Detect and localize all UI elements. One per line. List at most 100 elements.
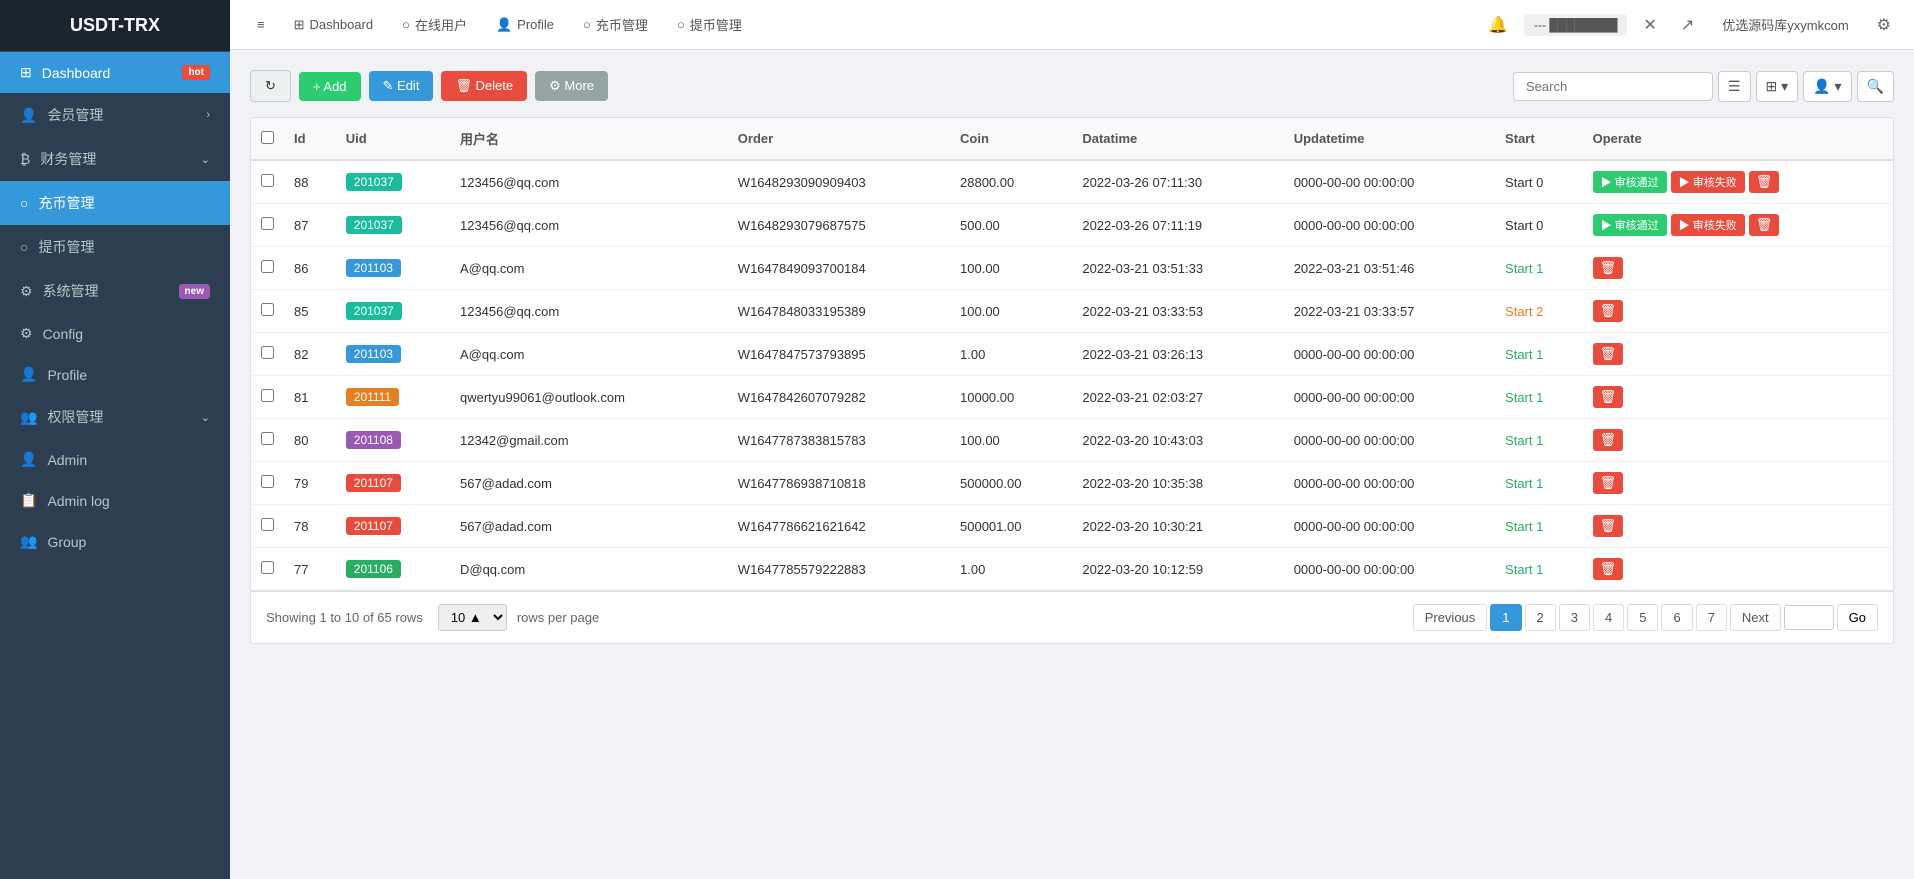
goto-input[interactable] bbox=[1784, 605, 1834, 630]
sidebar-item-group[interactable]: 👥 Group bbox=[0, 521, 230, 562]
row-checkbox[interactable] bbox=[261, 174, 274, 187]
more-button[interactable]: ⚙ More bbox=[535, 71, 608, 101]
start-link[interactable]: Start 1 bbox=[1505, 476, 1543, 491]
cell-order: W1647786938710818 bbox=[728, 462, 950, 505]
start-link[interactable]: Start 1 bbox=[1505, 519, 1543, 534]
view-table-button[interactable]: ☰ bbox=[1718, 71, 1751, 102]
delete-row-button[interactable]: 🗑 bbox=[1593, 386, 1624, 408]
topnav: ≡ ⊞ Dashboard ○ 在线用户 👤 Profile ○ 充币管理 ○ … bbox=[230, 0, 1914, 50]
sidebar-item-adminlog[interactable]: 📋 Admin log bbox=[0, 480, 230, 521]
row-checkbox[interactable] bbox=[261, 346, 274, 359]
sidebar-item-admin[interactable]: 👤 Admin bbox=[0, 439, 230, 480]
cell-id: 87 bbox=[284, 204, 336, 247]
row-checkbox[interactable] bbox=[261, 432, 274, 445]
prev-button[interactable]: Previous bbox=[1413, 604, 1488, 631]
page-7-button[interactable]: 7 bbox=[1696, 604, 1727, 631]
topnav-profile[interactable]: 👤 Profile bbox=[484, 9, 566, 41]
hamburger-button[interactable]: ≡ bbox=[245, 9, 277, 40]
hot-badge: hot bbox=[182, 65, 210, 80]
row-checkbox[interactable] bbox=[261, 561, 274, 574]
col-username: 用户名 bbox=[450, 118, 728, 160]
next-button[interactable]: Next bbox=[1730, 604, 1781, 631]
cell-start: Start 1 bbox=[1495, 247, 1583, 290]
external-icon[interactable]: ↗ bbox=[1673, 9, 1702, 41]
page-2-button[interactable]: 2 bbox=[1525, 604, 1556, 631]
settings-icon[interactable]: ⚙ bbox=[1869, 9, 1899, 41]
profile-icon: 👤 bbox=[20, 366, 37, 383]
row-checkbox[interactable] bbox=[261, 389, 274, 402]
edit-button[interactable]: ✎ Edit bbox=[369, 71, 434, 101]
delete-row-button[interactable]: 🗑 bbox=[1593, 429, 1624, 451]
delete-row-button[interactable]: 🗑 bbox=[1593, 515, 1624, 537]
sidebar-item-finance[interactable]: ₿ 财务管理 ⌄ bbox=[0, 137, 230, 181]
page-4-button[interactable]: 4 bbox=[1593, 604, 1624, 631]
sidebar-item-member[interactable]: 👤 会员管理 › bbox=[0, 93, 230, 137]
row-checkbox[interactable] bbox=[261, 217, 274, 230]
table-scroll[interactable]: Id Uid 用户名 Order Coin Datatime Updatetim… bbox=[251, 118, 1893, 591]
approve-button[interactable]: ▶ 审核通过 bbox=[1593, 171, 1667, 193]
delete-row-button[interactable]: 🗑 bbox=[1749, 171, 1780, 193]
topnav-online-users[interactable]: ○ 在线用户 bbox=[390, 7, 479, 42]
cell-updatetime: 0000-00-00 00:00:00 bbox=[1284, 462, 1495, 505]
delete-row-button[interactable]: 🗑 bbox=[1593, 300, 1624, 322]
start-link[interactable]: Start 1 bbox=[1505, 261, 1543, 276]
start-link[interactable]: Start 1 bbox=[1505, 433, 1543, 448]
sidebar-item-permission[interactable]: 👥 权限管理 ⌄ bbox=[0, 395, 230, 439]
add-button[interactable]: + Add bbox=[299, 72, 361, 101]
cell-uid: 201107 bbox=[336, 462, 450, 505]
cell-datatime: 2022-03-21 02:03:27 bbox=[1072, 376, 1283, 419]
view-search-button[interactable]: 🔍 bbox=[1857, 71, 1894, 102]
start-link[interactable]: Start 1 bbox=[1505, 390, 1543, 405]
cell-operate: 🗑 bbox=[1583, 462, 1893, 505]
sidebar-item-label: 提币管理 bbox=[38, 237, 210, 257]
row-checkbox[interactable] bbox=[261, 303, 274, 316]
reject-button[interactable]: ▶ 审核失败 bbox=[1671, 171, 1745, 193]
cell-start: Start 1 bbox=[1495, 333, 1583, 376]
notification-icon[interactable]: 🔔 bbox=[1480, 9, 1516, 41]
page-5-button[interactable]: 5 bbox=[1627, 604, 1658, 631]
start-link-2[interactable]: Start 2 bbox=[1505, 304, 1543, 319]
delete-row-button[interactable]: 🗑 bbox=[1749, 214, 1780, 236]
sidebar-item-system[interactable]: ⚙ 系统管理 new bbox=[0, 269, 230, 313]
finance-icon: ₿ bbox=[20, 151, 30, 167]
cell-uid: 201037 bbox=[336, 204, 450, 247]
cell-updatetime: 0000-00-00 00:00:00 bbox=[1284, 333, 1495, 376]
view-grid-button[interactable]: ⊞ ▾ bbox=[1756, 71, 1799, 102]
row-checkbox[interactable] bbox=[261, 260, 274, 273]
sidebar-item-config[interactable]: ⚙ Config bbox=[0, 313, 230, 354]
start-link[interactable]: Start 1 bbox=[1505, 562, 1543, 577]
delete-row-button[interactable]: 🗑 bbox=[1593, 343, 1624, 365]
page-1-button[interactable]: 1 bbox=[1490, 604, 1521, 631]
row-checkbox[interactable] bbox=[261, 475, 274, 488]
close-icon[interactable]: ✕ bbox=[1635, 9, 1664, 41]
cell-username: 567@adad.com bbox=[450, 505, 728, 548]
sidebar-item-recharge[interactable]: ○ 充币管理 bbox=[0, 181, 230, 225]
page-6-button[interactable]: 6 bbox=[1661, 604, 1692, 631]
topnav-withdraw[interactable]: ○ 提币管理 bbox=[665, 7, 754, 42]
delete-button[interactable]: 🗑 Delete bbox=[441, 71, 527, 101]
sidebar-item-label: Admin log bbox=[47, 493, 210, 509]
view-user-button[interactable]: 👤 ▾ bbox=[1803, 71, 1851, 102]
col-updatetime: Updatetime bbox=[1284, 118, 1495, 160]
row-checkbox[interactable] bbox=[261, 518, 274, 531]
toolbar: ↻ + Add ✎ Edit 🗑 Delete ⚙ More ☰ ⊞ ▾ 👤 ▾… bbox=[250, 70, 1894, 102]
start-link[interactable]: Start 1 bbox=[1505, 347, 1543, 362]
sidebar-item-withdraw[interactable]: ○ 提币管理 bbox=[0, 225, 230, 269]
uid-badge: 201037 bbox=[346, 216, 402, 234]
sidebar-item-dashboard[interactable]: ⊞ Dashboard hot bbox=[0, 52, 230, 93]
approve-button[interactable]: ▶ 审核通过 bbox=[1593, 214, 1667, 236]
delete-row-button[interactable]: 🗑 bbox=[1593, 257, 1624, 279]
refresh-button[interactable]: ↻ bbox=[250, 70, 291, 102]
topnav-dashboard[interactable]: ⊞ Dashboard bbox=[282, 9, 386, 41]
go-button[interactable]: Go bbox=[1837, 604, 1878, 631]
sidebar-item-profile[interactable]: 👤 Profile bbox=[0, 354, 230, 395]
search-input[interactable] bbox=[1513, 72, 1713, 101]
cell-uid: 201103 bbox=[336, 247, 450, 290]
select-all-checkbox[interactable] bbox=[261, 131, 274, 144]
page-3-button[interactable]: 3 bbox=[1559, 604, 1590, 631]
topnav-recharge[interactable]: ○ 充币管理 bbox=[571, 7, 660, 42]
reject-button[interactable]: ▶ 审核失败 bbox=[1671, 214, 1745, 236]
delete-row-button[interactable]: 🗑 bbox=[1593, 558, 1624, 580]
delete-row-button[interactable]: 🗑 bbox=[1593, 472, 1624, 494]
per-page-select[interactable]: 10 ▲ 25 50 bbox=[438, 604, 507, 631]
